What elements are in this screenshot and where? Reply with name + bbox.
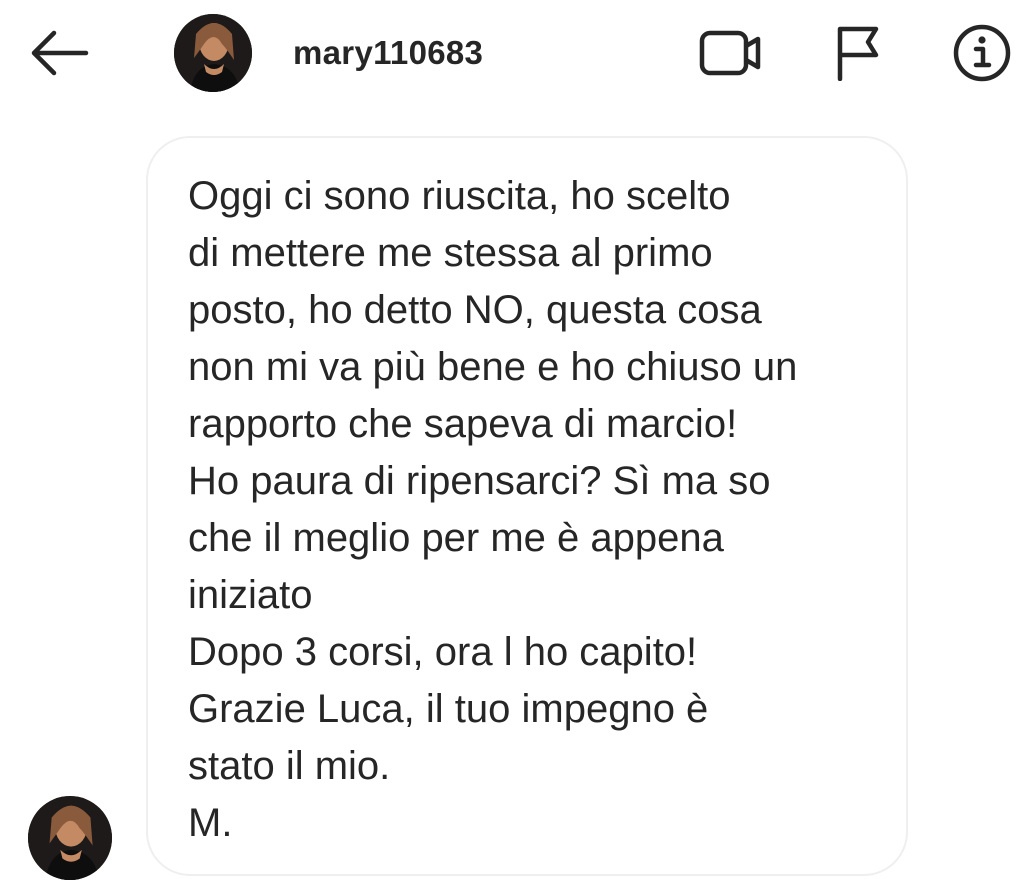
avatar-photo xyxy=(174,14,252,92)
arrow-left-icon xyxy=(31,30,89,76)
sender-avatar[interactable] xyxy=(28,796,112,880)
video-call-button[interactable] xyxy=(694,20,766,86)
profile-avatar[interactable] xyxy=(174,14,252,92)
report-button[interactable] xyxy=(822,20,894,86)
details-button[interactable] xyxy=(946,20,1018,86)
video-camera-icon xyxy=(699,30,761,76)
info-icon xyxy=(953,24,1011,82)
back-button[interactable] xyxy=(24,22,94,84)
message-text: Oggi ci sono riuscita, ho scelto di mett… xyxy=(188,174,798,845)
direct-message-screen: mary110683 Oggi ci sono riuscita, ho sce… xyxy=(0,0,1036,896)
username-label[interactable]: mary110683 xyxy=(293,34,483,72)
flag-icon xyxy=(837,26,879,81)
chat-header: mary110683 xyxy=(0,0,1036,105)
message-bubble[interactable]: Oggi ci sono riuscita, ho scelto di mett… xyxy=(146,136,908,876)
avatar-photo xyxy=(28,796,112,880)
